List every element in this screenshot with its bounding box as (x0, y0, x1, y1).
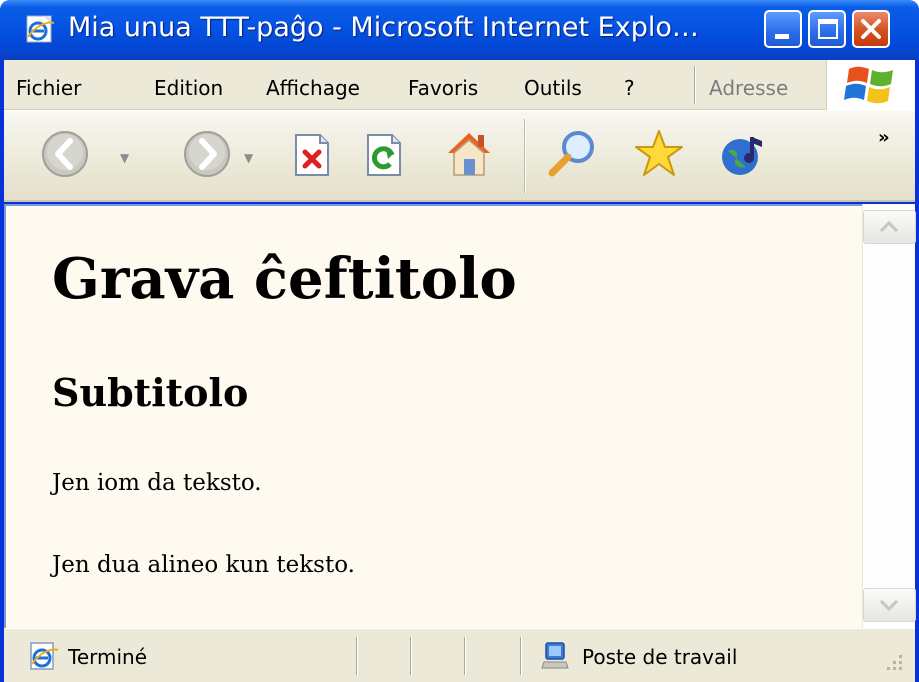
title-bar[interactable]: Mia unua TTT-paĝo - Microsoft Internet E… (0, 0, 919, 60)
windows-flag-icon (844, 66, 893, 104)
window-title: Mia unua TTT-paĝo - Microsoft Internet E… (68, 12, 699, 43)
menu-bar: Fichier Edition Affichage Favoris Outils… (4, 60, 915, 110)
close-button[interactable] (852, 10, 890, 48)
computer-zone-icon (541, 642, 569, 669)
status-text: Terminé (68, 645, 148, 669)
minimize-button[interactable] (764, 10, 802, 48)
vertical-scrollbar[interactable] (862, 204, 916, 628)
menu-help[interactable]: ? (624, 76, 635, 100)
refresh-icon[interactable] (364, 133, 404, 177)
paragraph-1: Jen iom da teksto. (52, 470, 262, 496)
menu-affichage[interactable]: Affichage (266, 76, 360, 100)
maximize-icon (818, 19, 838, 39)
menu-fichier[interactable]: Fichier (16, 76, 81, 100)
security-zone-text: Poste de travail (582, 645, 738, 669)
scroll-down-button[interactable] (863, 588, 916, 622)
status-divider (356, 637, 358, 675)
menu-separator (694, 66, 696, 104)
status-divider (410, 637, 412, 675)
home-icon[interactable] (442, 127, 496, 181)
stop-icon[interactable] (292, 133, 332, 177)
scroll-up-button[interactable] (863, 210, 916, 244)
page-subheading: Subtitolo (52, 370, 249, 415)
menu-edition[interactable]: Edition (154, 76, 223, 100)
favorites-star-icon[interactable] (632, 127, 686, 181)
status-divider (520, 637, 522, 675)
page-content: Grava ĉeftitolo Subtitolo Jen iom da tek… (4, 204, 862, 628)
address-label[interactable]: Adresse (709, 76, 788, 100)
paragraph-2: Jen dua alineo kun teksto. (52, 552, 355, 578)
toolbar-separator (524, 119, 526, 193)
page-done-icon (30, 642, 59, 670)
close-icon (861, 19, 881, 39)
maximize-button[interactable] (808, 10, 846, 48)
resize-grip-icon[interactable] (877, 649, 907, 679)
chevron-down-icon (879, 599, 899, 612)
chevron-up-icon (879, 220, 899, 233)
forward-dropdown-icon[interactable]: ▼ (244, 151, 253, 165)
back-dropdown-icon[interactable]: ▼ (120, 151, 129, 165)
status-divider (464, 637, 466, 675)
media-icon[interactable] (716, 127, 770, 181)
ie-logo-icon (26, 15, 55, 43)
toolbar-overflow-chevron[interactable]: » (878, 127, 890, 148)
page-heading: Grava ĉeftitolo (52, 246, 517, 312)
back-arrow-icon[interactable] (40, 129, 90, 179)
menu-outils[interactable]: Outils (524, 76, 582, 100)
forward-arrow-icon[interactable] (182, 129, 232, 179)
minimize-icon (775, 34, 789, 39)
status-bar: Terminé Poste de travail (4, 628, 915, 682)
browser-window: Mia unua TTT-paĝo - Microsoft Internet E… (0, 0, 919, 682)
windows-logo-box (826, 60, 915, 110)
toolbar: ▼ ▼ » (4, 110, 915, 202)
search-icon[interactable] (546, 127, 600, 181)
menu-favoris[interactable]: Favoris (408, 76, 478, 100)
